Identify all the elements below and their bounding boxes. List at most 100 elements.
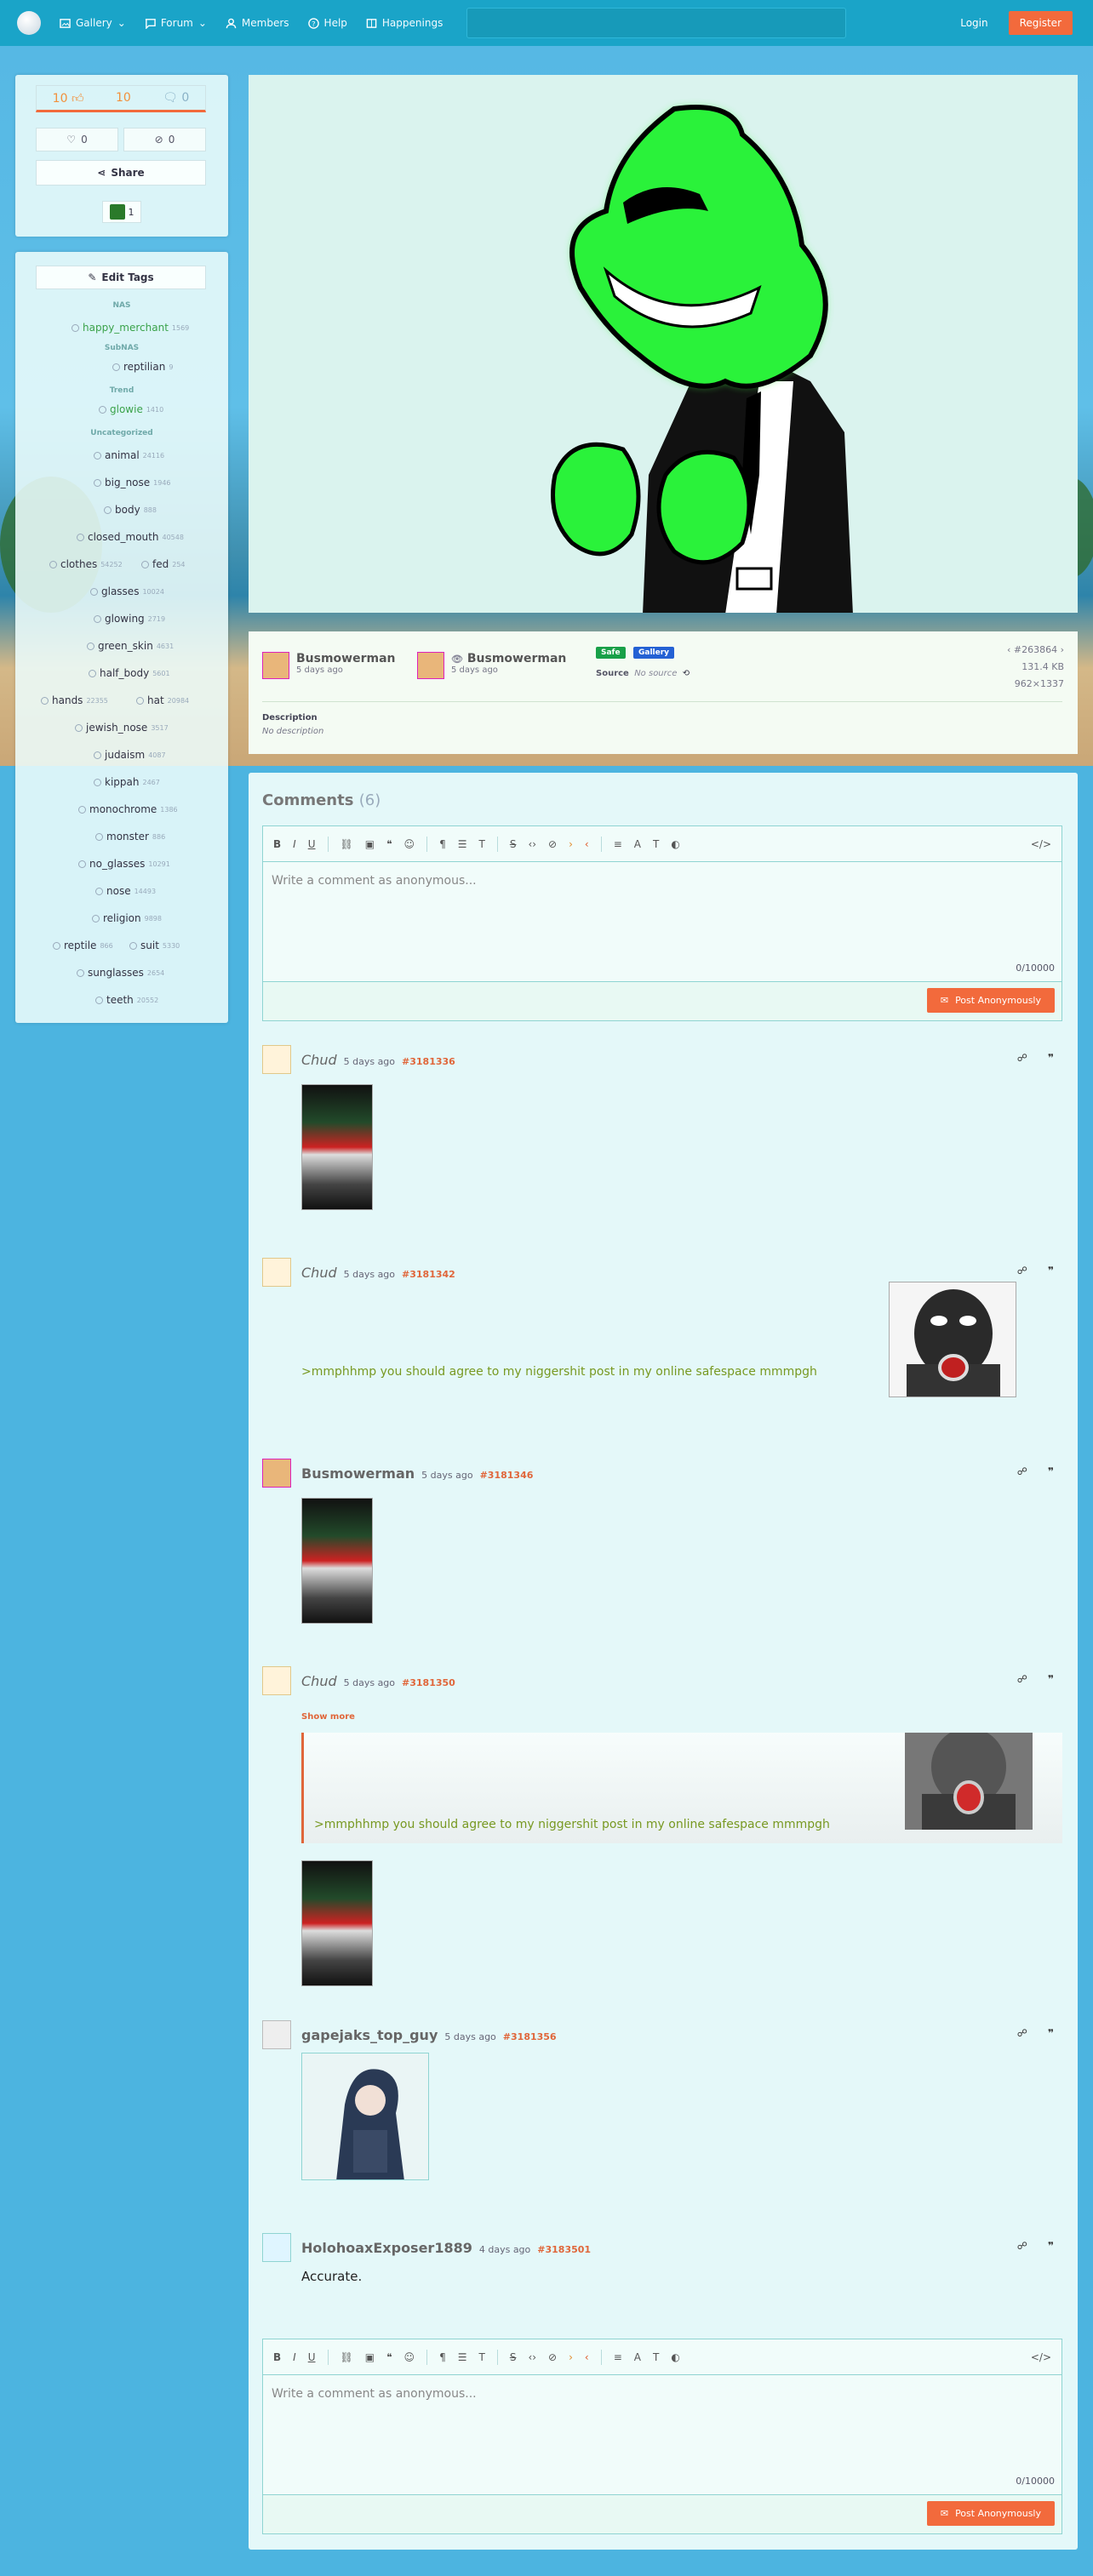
quote-icon[interactable]: ❞ <box>1048 1465 1054 1477</box>
tag-name[interactable]: suit <box>140 940 159 951</box>
strike-icon[interactable]: S <box>510 838 517 850</box>
greentext-icon[interactable]: › <box>569 838 573 850</box>
code-icon[interactable]: ‹› <box>528 2351 536 2363</box>
tag-info-icon[interactable] <box>95 996 103 1004</box>
tag-name[interactable]: glowie <box>110 403 143 415</box>
tag-name[interactable]: monster <box>106 831 149 842</box>
tag-item[interactable]: glowie 1410 <box>99 403 163 415</box>
tag-item[interactable]: hat 20984 <box>136 694 189 706</box>
tag-info-icon[interactable] <box>72 323 79 332</box>
tag-info-icon[interactable] <box>94 778 101 786</box>
clear-format-icon[interactable]: T <box>478 2351 484 2363</box>
tag-name[interactable]: happy_merchant <box>83 322 169 334</box>
tag-item[interactable]: suit 5330 <box>129 940 180 951</box>
tag-item[interactable]: green_skin 4631 <box>87 640 174 652</box>
comment-avatar[interactable] <box>262 1258 291 1287</box>
comment-textarea[interactable]: Write a comment as anonymous... <box>272 874 477 888</box>
tag-name[interactable]: no_glasses <box>89 858 145 870</box>
spoiler-icon[interactable]: ⊘ <box>548 838 557 850</box>
tag-item[interactable]: nose 14493 <box>95 885 156 897</box>
tag-item[interactable]: happy_merchant 1569 <box>72 322 189 334</box>
award-badge[interactable]: 1 <box>102 201 141 223</box>
rating-badge[interactable]: Safe <box>596 647 626 659</box>
tag-name[interactable]: glowing <box>105 613 145 625</box>
tag-info-icon[interactable] <box>136 696 144 705</box>
tag-name[interactable]: body <box>115 504 140 516</box>
tag-item[interactable]: teeth 20552 <box>95 994 158 1006</box>
tag-name[interactable]: teeth <box>106 994 134 1006</box>
tag-name[interactable]: half_body <box>100 667 149 679</box>
tag-name[interactable]: jewish_nose <box>86 722 147 734</box>
comment-id[interactable]: #3181336 <box>402 1056 455 1067</box>
quote-icon[interactable]: ❞ <box>1048 2240 1054 2252</box>
tag-info-icon[interactable] <box>94 478 101 487</box>
comment-image-thumb[interactable] <box>301 1860 373 1986</box>
paragraph-icon[interactable]: ¶ <box>439 2351 446 2363</box>
quote-icon[interactable]: ❝ <box>386 2351 392 2363</box>
align-icon[interactable]: ≡ <box>614 838 622 850</box>
comment-author[interactable]: Chud <box>301 1673 337 1689</box>
quote-icon[interactable]: ❞ <box>1048 1265 1054 1277</box>
emoji-icon[interactable]: ☺ <box>404 838 415 850</box>
redtext-icon[interactable]: ‹ <box>585 2351 589 2363</box>
tag-name[interactable]: animal <box>105 449 140 461</box>
nav-help[interactable]: ? Help <box>307 17 347 29</box>
source-view-icon[interactable]: </> <box>1031 838 1051 850</box>
tag-item[interactable]: jewish_nose 3517 <box>75 722 169 734</box>
spoiler-icon[interactable]: ⊘ <box>548 2351 557 2363</box>
comment-id[interactable]: #3181342 <box>402 1269 455 1280</box>
link-icon[interactable]: ⛓ <box>340 838 353 850</box>
image-icon[interactable]: ▣ <box>365 2351 375 2363</box>
greentext-icon[interactable]: › <box>569 2351 573 2363</box>
quoted-image-thumb[interactable] <box>905 1733 1033 1830</box>
tag-item[interactable]: body 888 <box>104 504 157 516</box>
tag-info-icon[interactable] <box>112 363 120 371</box>
align-icon[interactable]: ≡ <box>614 2351 622 2363</box>
share-button[interactable]: ⋖ Share <box>36 160 206 186</box>
comment-id[interactable]: #3181346 <box>480 1470 534 1481</box>
comment-author[interactable]: Busmowerman <box>301 1465 415 1482</box>
tag-info-icon[interactable] <box>129 941 137 950</box>
comment-count-button[interactable]: 🗨︎ 0 <box>163 91 189 105</box>
prev-arrow-icon[interactable]: ‹ <box>1007 644 1010 655</box>
tag-item[interactable]: no_glasses 10291 <box>78 858 170 870</box>
tag-item[interactable]: kippah 2467 <box>94 776 160 788</box>
tag-item[interactable]: judaism 4087 <box>94 749 166 761</box>
tag-info-icon[interactable] <box>94 614 101 623</box>
editor-avatar[interactable] <box>417 652 444 679</box>
quote-icon[interactable]: ❞ <box>1048 1052 1054 1064</box>
tag-info-icon[interactable] <box>90 587 98 596</box>
quote-icon[interactable]: ❞ <box>1048 1673 1054 1685</box>
tag-info-icon[interactable] <box>94 751 101 759</box>
comment-image-thumb[interactable] <box>301 1084 373 1210</box>
font-size-icon[interactable]: T <box>653 838 659 850</box>
tag-name[interactable]: hat <box>147 694 164 706</box>
tag-item[interactable]: half_body 5601 <box>89 667 170 679</box>
tag-name[interactable]: green_skin <box>98 640 153 652</box>
quote-icon[interactable]: ❝ <box>386 838 392 850</box>
nav-happenings[interactable]: Happenings <box>366 17 443 29</box>
comment-avatar[interactable] <box>262 1666 291 1695</box>
italic-icon[interactable]: I <box>293 2351 296 2363</box>
next-arrow-icon[interactable]: › <box>1061 644 1064 655</box>
tag-info-icon[interactable] <box>141 560 149 568</box>
comment-avatar[interactable] <box>262 1045 291 1074</box>
tag-info-icon[interactable] <box>53 941 60 950</box>
tag-item[interactable]: fed 254 <box>141 558 186 570</box>
reply-icon[interactable]: ☍ <box>1017 1465 1027 1477</box>
color-icon[interactable]: A <box>634 838 641 850</box>
tag-name[interactable]: monochrome <box>89 803 157 815</box>
tag-item[interactable]: reptile 866 <box>53 940 113 951</box>
paragraph-icon[interactable]: ¶ <box>439 838 446 850</box>
comment-id[interactable]: #3181356 <box>503 2031 557 2042</box>
tag-info-icon[interactable] <box>94 451 101 460</box>
source-view-icon[interactable]: </> <box>1031 2351 1051 2363</box>
reply-icon[interactable]: ☍ <box>1017 1673 1027 1685</box>
emoji-icon[interactable]: ☺ <box>404 2351 415 2363</box>
login-link[interactable]: Login <box>960 17 987 29</box>
palette-icon[interactable]: ◐ <box>671 838 679 850</box>
redtext-icon[interactable]: ‹ <box>585 838 589 850</box>
comment-image-thumb[interactable] <box>889 1282 1016 1397</box>
tag-info-icon[interactable] <box>77 968 84 977</box>
site-logo[interactable] <box>17 11 41 35</box>
